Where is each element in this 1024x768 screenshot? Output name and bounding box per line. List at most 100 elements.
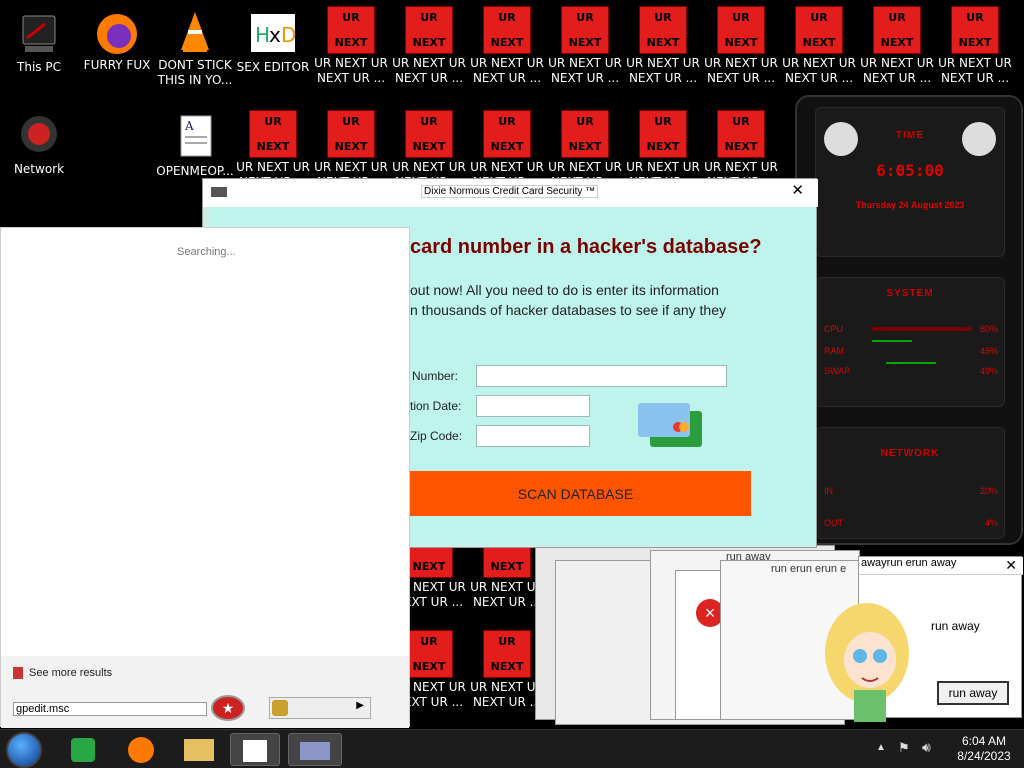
svg-text:x: x xyxy=(269,23,281,47)
computer-icon xyxy=(15,10,63,58)
taskbar-app-cc-security[interactable] xyxy=(288,733,342,766)
shutdown-star-button[interactable]: ★ xyxy=(211,695,245,721)
cc-heading: card number in a hacker's database? xyxy=(410,236,762,258)
cartoon-character-image xyxy=(822,598,917,723)
network-title: NETWORK xyxy=(880,448,940,459)
close-icon[interactable]: ✕ xyxy=(791,181,804,199)
card-number-label: Number: xyxy=(412,369,459,383)
desktop-icon-vlc[interactable]: DONT STICK THIS IN YO... xyxy=(156,8,234,88)
ur-tile-label: UR NEXT UR NEXT UR ... xyxy=(314,56,388,85)
ur-tile-bottom-text: NEXT xyxy=(412,660,446,673)
desktop-icon-ur-next[interactable]: UR NEXT UR NEXT UR NEXT UR ... xyxy=(624,6,702,86)
run-away-button[interactable]: run away xyxy=(937,681,1009,705)
ur-tile-top-text: UR xyxy=(732,11,750,24)
start-search-input[interactable]: gpedit.msc xyxy=(13,702,207,716)
desktop-icon-ur-next[interactable]: UR NEXT UR NEXT UR NEXT UR ... xyxy=(468,6,546,86)
network-status-icon[interactable]: ⚑ xyxy=(898,740,910,756)
ur-next-icon: UR NEXT xyxy=(327,110,375,158)
firefox-icon xyxy=(128,737,154,763)
credit-cards-icon xyxy=(638,403,704,449)
start-button[interactable] xyxy=(6,732,42,768)
desktop-icon-ur-next[interactable]: UR NEXT UR NEXT UR NEXT UR ... xyxy=(780,6,858,86)
net-in-value: 20% xyxy=(979,486,998,496)
desktop-icon-ur-next[interactable]: UR NEXT UR NEXT UR NEXT UR ... xyxy=(390,6,468,86)
ur-tile-top-text: UR xyxy=(342,115,360,128)
power-options-button[interactable]: ▶ xyxy=(269,697,371,719)
ur-tile-label: UR NEXT UR NEXT UR ... xyxy=(860,56,934,85)
ur-tile-bottom-text: NEXT xyxy=(724,140,758,153)
ur-tile-bottom-text: NEXT xyxy=(568,36,602,49)
cc-titlebar: Dixie Normous Credit Card Security ™ ✕ xyxy=(203,179,818,207)
volume-icon[interactable]: 🔊︎ xyxy=(922,739,931,756)
scan-database-button[interactable]: SCAN DATABASE xyxy=(400,471,751,516)
time-panel: TIME 6:05:00 Thursday 24 August 2023 xyxy=(815,107,1005,257)
ur-tile-bottom-text: NEXT xyxy=(490,140,524,153)
see-more-results-link[interactable]: See more results xyxy=(29,667,112,679)
taskbar: ▲ ⚑ 🔊︎ 6:04 AM 8/24/2023 xyxy=(0,729,1024,768)
cpu-label: CPU xyxy=(824,324,844,334)
desktop-icon-sex-editor[interactable]: HxD SEX EDITOR xyxy=(234,10,312,90)
swap-graph xyxy=(886,362,936,364)
net-out-label: OUT xyxy=(824,518,843,528)
ur-next-icon: UR NEXT xyxy=(405,110,453,158)
desktop-icon-furry-fux[interactable]: FURRY FUX xyxy=(78,8,156,88)
ur-tile-top-text: UR xyxy=(420,635,438,648)
ur-tile-top-text: UR xyxy=(342,11,360,24)
ur-next-icon: UR NEXT xyxy=(639,6,687,54)
tray-time: 6:04 AM xyxy=(961,734,1007,748)
svg-text:D: D xyxy=(281,23,296,47)
ur-tile-top-text: UR xyxy=(810,11,828,24)
tray-clock[interactable]: 6:04 AM 8/24/2023 xyxy=(950,734,1018,764)
ur-tile-bottom-text: NEXT xyxy=(412,36,446,49)
ur-tile-bottom-text: NEXT xyxy=(724,36,758,49)
cascade-title: run erun erun e xyxy=(771,563,847,575)
ur-next-icon: UR NEXT xyxy=(639,110,687,158)
ram-label: RAM xyxy=(824,346,844,356)
net-in-label: IN xyxy=(824,486,833,496)
zip-code-input[interactable] xyxy=(476,425,590,447)
swap-value: 49% xyxy=(979,366,998,376)
expiry-date-label: tion Date: xyxy=(410,399,462,413)
run-away-title: awayrun erun away xyxy=(859,557,1023,575)
taskbar-app-explorer[interactable] xyxy=(174,733,224,766)
desktop-icon-ur-next[interactable]: UR NEXT UR NEXT UR NEXT UR ... xyxy=(858,6,936,86)
ur-next-icon: UR NEXT xyxy=(483,630,531,678)
docs-icon xyxy=(71,738,95,762)
expiry-date-input[interactable] xyxy=(476,395,590,417)
taskbar-app-docs[interactable] xyxy=(58,733,108,766)
ur-tile-label: UR NEXT UR NEXT UR ... xyxy=(548,56,622,85)
arrow-right-icon[interactable]: ▶ xyxy=(356,700,364,711)
network-icon xyxy=(15,112,63,160)
svg-text:H: H xyxy=(255,23,270,47)
ur-tile-bottom-text: NEXT xyxy=(802,36,836,49)
ur-tile-top-text: UR xyxy=(888,11,906,24)
cc-window-title: Dixie Normous Credit Card Security ™ xyxy=(421,185,599,198)
ur-tile-label: UR NEXT UR NEXT UR ... xyxy=(626,56,700,85)
desktop-icon-ur-next[interactable]: UR NEXT UR NEXT UR NEXT UR ... xyxy=(312,6,390,86)
desktop-icon-ur-next[interactable]: UR NEXT UR NEXT UR NEXT UR ... xyxy=(546,6,624,86)
ur-tile-label: UR NEXT UR NEXT UR ... xyxy=(470,56,544,85)
show-hidden-icons-icon[interactable]: ▲ xyxy=(876,742,886,753)
taskbar-app-firefox[interactable] xyxy=(116,733,166,766)
ur-next-icon: UR NEXT xyxy=(951,6,999,54)
ur-next-icon: UR NEXT xyxy=(249,110,297,158)
ur-next-icon: UR NEXT xyxy=(483,6,531,54)
card-number-input[interactable] xyxy=(476,365,727,387)
ur-tile-top-text: UR xyxy=(576,11,594,24)
ur-tile-bottom-text: NEXT xyxy=(490,660,524,673)
cpu-value: 80% xyxy=(979,324,998,334)
ur-next-icon: UR NEXT xyxy=(717,110,765,158)
ur-tile-bottom-text: NEXT xyxy=(490,36,524,49)
taskbar-app-document[interactable] xyxy=(230,733,280,766)
ur-tile-label: UR NEXT UR NEXT UR ... xyxy=(392,56,466,85)
desktop-icon-this-pc[interactable]: This PC xyxy=(0,10,78,90)
ur-tile-top-text: UR xyxy=(498,635,516,648)
cpu-bar xyxy=(872,327,972,331)
hxd-icon: HxD xyxy=(249,10,297,58)
close-icon[interactable]: ✕ xyxy=(1005,557,1017,574)
ur-tile-top-text: UR xyxy=(966,11,984,24)
desktop-icon-network[interactable]: Network xyxy=(0,112,78,192)
desktop-icon-ur-next[interactable]: UR NEXT UR NEXT UR NEXT UR ... xyxy=(936,6,1014,86)
desktop-icon-ur-next[interactable]: UR NEXT UR NEXT UR NEXT UR ... xyxy=(702,6,780,86)
ur-tile-top-text: UR xyxy=(498,115,516,128)
